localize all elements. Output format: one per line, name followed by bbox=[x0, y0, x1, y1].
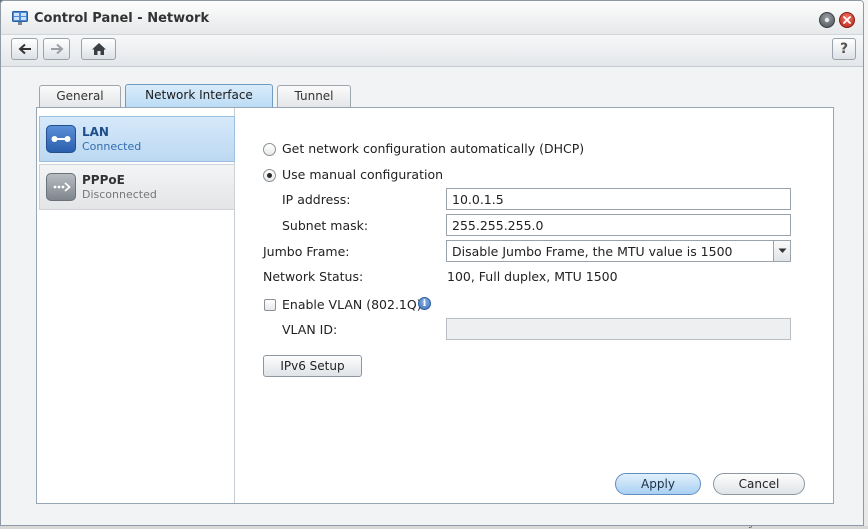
dhcp-radio[interactable] bbox=[263, 143, 276, 156]
subnet-mask-input[interactable]: 255.255.255.0 bbox=[446, 214, 791, 236]
tab-network-interface[interactable]: Network Interface bbox=[125, 84, 273, 107]
info-icon[interactable]: i bbox=[418, 297, 431, 310]
control-panel-icon bbox=[12, 11, 28, 25]
interface-settings-form: Get network configuration automatically … bbox=[37, 108, 833, 503]
control-panel-window: Control Panel - Network ? General Networ… bbox=[0, 0, 864, 526]
arrow-right-icon bbox=[50, 43, 63, 55]
jumbo-frame-label: Jumbo Frame: bbox=[263, 244, 350, 259]
arrow-left-icon bbox=[18, 43, 31, 55]
window-minimize-button[interactable] bbox=[819, 12, 835, 28]
network-status-label: Network Status: bbox=[263, 269, 364, 284]
enable-vlan-checkbox[interactable] bbox=[264, 299, 276, 311]
ipv6-setup-button[interactable]: IPv6 Setup bbox=[263, 355, 362, 377]
tab-tunnel[interactable]: Tunnel bbox=[277, 85, 351, 107]
subnet-mask-label: Subnet mask: bbox=[282, 218, 369, 233]
jumbo-frame-value: Disable Jumbo Frame, the MTU value is 15… bbox=[452, 244, 733, 259]
vlan-id-input[interactable] bbox=[446, 318, 791, 340]
ip-address-input[interactable]: 10.0.1.5 bbox=[446, 188, 791, 210]
vlan-id-label: VLAN ID: bbox=[282, 322, 338, 337]
home-icon bbox=[91, 43, 106, 55]
ip-address-label: IP address: bbox=[282, 192, 351, 207]
enable-vlan-label: Enable VLAN (802.1Q) bbox=[282, 297, 422, 312]
manual-config-radio[interactable] bbox=[263, 169, 276, 182]
cancel-button[interactable]: Cancel bbox=[713, 473, 805, 495]
dhcp-label: Get network configuration automatically … bbox=[282, 141, 585, 156]
toolbar: ? bbox=[1, 35, 863, 67]
window-close-button[interactable] bbox=[839, 12, 855, 28]
title-bar[interactable]: Control Panel - Network bbox=[1, 1, 863, 35]
network-status-value: 100, Full duplex, MTU 1500 bbox=[447, 269, 618, 284]
forward-button[interactable] bbox=[43, 38, 70, 60]
tab-general[interactable]: General bbox=[39, 85, 121, 107]
home-button[interactable] bbox=[81, 38, 116, 60]
window-title: Control Panel - Network bbox=[34, 11, 210, 26]
apply-button[interactable]: Apply bbox=[615, 473, 701, 495]
jumbo-frame-select[interactable]: Disable Jumbo Frame, the MTU value is 15… bbox=[446, 240, 791, 262]
manual-config-label: Use manual configuration bbox=[282, 167, 444, 182]
back-button[interactable] bbox=[11, 38, 38, 60]
help-button[interactable]: ? bbox=[832, 38, 856, 60]
chevron-down-icon[interactable] bbox=[773, 241, 790, 261]
content-panel: LAN Connected PPPoE Disconnected Get net… bbox=[36, 107, 834, 504]
